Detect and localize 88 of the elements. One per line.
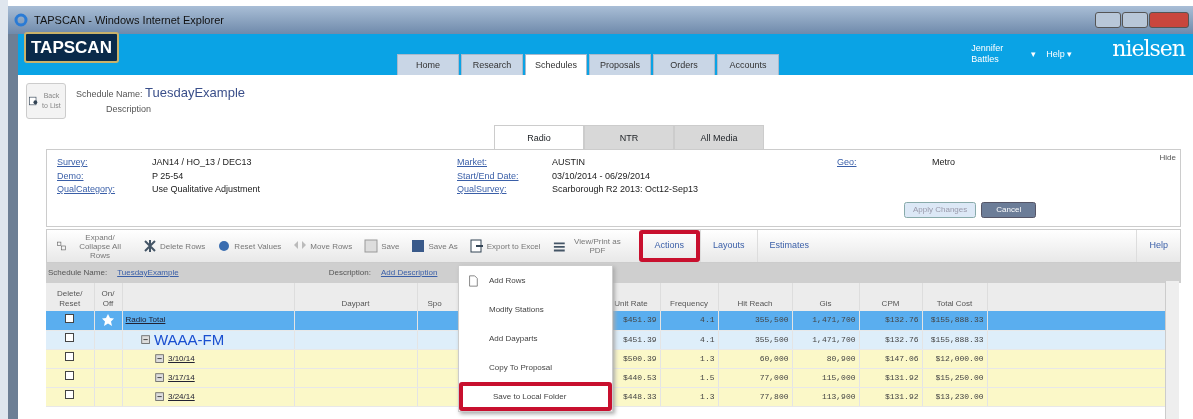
field-value: AUSTIN [552, 156, 585, 169]
star-icon [101, 313, 115, 328]
field-value: JAN14 / HO_13 / DEC13 [152, 156, 252, 169]
app-logo: TAPSCAN [24, 31, 119, 63]
table-cell: 355,500 [718, 311, 792, 330]
nav-tab[interactable]: Home [396, 54, 459, 75]
field-label[interactable]: QualCategory: [57, 183, 152, 197]
menu-item[interactable]: Add Dayparts [459, 324, 612, 353]
selection-cell[interactable] [46, 311, 94, 330]
field-label[interactable]: Start/End Date: [457, 169, 552, 183]
field-value: P 25-54 [152, 169, 184, 183]
toolbar-button[interactable]: Move Rows [293, 239, 353, 253]
table-cell: $155,888.33 [922, 311, 987, 330]
nav-tab[interactable]: Accounts [716, 54, 779, 75]
description-link[interactable]: Add Description [380, 267, 438, 279]
expand-icon [57, 239, 67, 253]
field-value: Use Qualitative Adjustment [152, 183, 261, 196]
field-label[interactable]: Demo: [57, 169, 152, 183]
field-label: Description: [328, 267, 371, 279]
column-header: Total Cost [922, 283, 987, 311]
column-header: On/ Off [94, 283, 122, 311]
expand-icon [153, 371, 166, 384]
menu-tab[interactable]: Estimates [756, 230, 822, 262]
toolbar-button[interactable]: Reset Values [217, 239, 282, 253]
expand-icon [153, 390, 166, 403]
field-value: Metro [932, 156, 955, 169]
checkbox[interactable] [65, 371, 75, 380]
column-header: Frequency [660, 283, 718, 311]
toolbar-button[interactable]: Expand/ Collapse All Rows [57, 232, 131, 260]
menu-item[interactable]: Add Rows [459, 266, 612, 295]
column-header: Delete/ Reset [46, 283, 94, 311]
nav-tab[interactable]: Schedules [524, 54, 587, 75]
row-link[interactable]: 3/17/14 [168, 371, 195, 384]
column-header: Gis [792, 283, 859, 311]
nav-tab[interactable]: Research [460, 54, 523, 75]
media-tab[interactable]: NTR [584, 125, 674, 149]
back-icon [29, 94, 38, 108]
minimize-button[interactable] [1095, 12, 1121, 28]
expand-icon [153, 352, 166, 365]
menu-item[interactable]: Save to Local Folder [459, 382, 612, 411]
table-cell: $132.76 [859, 311, 922, 330]
toolbar-button[interactable]: Save As [411, 239, 458, 253]
save-icon [411, 239, 426, 253]
table-cell: 1,471,700 [792, 311, 859, 330]
checkbox[interactable] [65, 313, 75, 323]
row-link[interactable]: 3/24/14 [168, 390, 195, 403]
table-cell: 4.1 [660, 311, 718, 330]
field-value: 03/10/2014 - 06/29/2014 [552, 169, 651, 183]
field-label[interactable]: Geo: [837, 156, 932, 170]
row-link[interactable]: Radio Total [125, 314, 166, 327]
checkbox[interactable] [65, 390, 75, 399]
toolbar-button[interactable]: View/Print as PDF [552, 237, 627, 255]
schedule-link[interactable]: TuesdayExample [117, 267, 179, 279]
menu-item[interactable]: Copy To Proposal [459, 353, 612, 382]
field-label[interactable]: QualSurvey: [457, 183, 552, 197]
collapse-icon [139, 333, 152, 346]
media-tab[interactable]: Radio [494, 125, 584, 149]
column-header: Daypart [294, 283, 417, 311]
nav-tab[interactable]: Proposals [588, 54, 651, 75]
column-header: CPM [859, 283, 922, 311]
maximize-button[interactable] [1122, 12, 1148, 28]
field-label[interactable]: Market: [457, 156, 552, 170]
toolbar-button[interactable]: Export to Excel [469, 239, 541, 253]
nav-tab[interactable]: Orders [652, 54, 715, 75]
cancel-button[interactable]: Cancel [981, 202, 1037, 218]
field-label: Schedule Name: [76, 88, 143, 101]
checkbox[interactable] [65, 333, 75, 342]
media-tab[interactable]: All Media [674, 125, 764, 149]
checkbox[interactable] [65, 352, 75, 361]
field-label[interactable]: Survey: [57, 156, 152, 170]
page-icon [467, 275, 479, 287]
export-icon [469, 239, 484, 253]
field-label: Schedule Name: [48, 267, 108, 279]
save-icon [364, 239, 379, 253]
menu-item[interactable]: Modify Stations [459, 295, 612, 324]
field-label: Description [106, 102, 153, 116]
brand-logo: nielsen [1112, 35, 1185, 63]
menu-tab[interactable]: Layouts [700, 230, 757, 262]
window-title: TAPSCAN - Windows Internet Explorer [34, 12, 224, 28]
delete-icon [143, 239, 157, 253]
row-link[interactable]: 3/10/14 [168, 352, 195, 365]
column-header: Hit Reach [718, 283, 792, 311]
help-button[interactable]: Help [1136, 230, 1180, 262]
hide-link[interactable]: Hide [1159, 152, 1176, 164]
toolbar-button[interactable]: Save [364, 239, 400, 253]
toolbar-button[interactable]: Delete Rows [143, 239, 206, 253]
field-value: Scarborough R2 2013: Oct12-Sep13 [552, 183, 699, 196]
schedule-name: TuesdayExample [145, 84, 245, 102]
